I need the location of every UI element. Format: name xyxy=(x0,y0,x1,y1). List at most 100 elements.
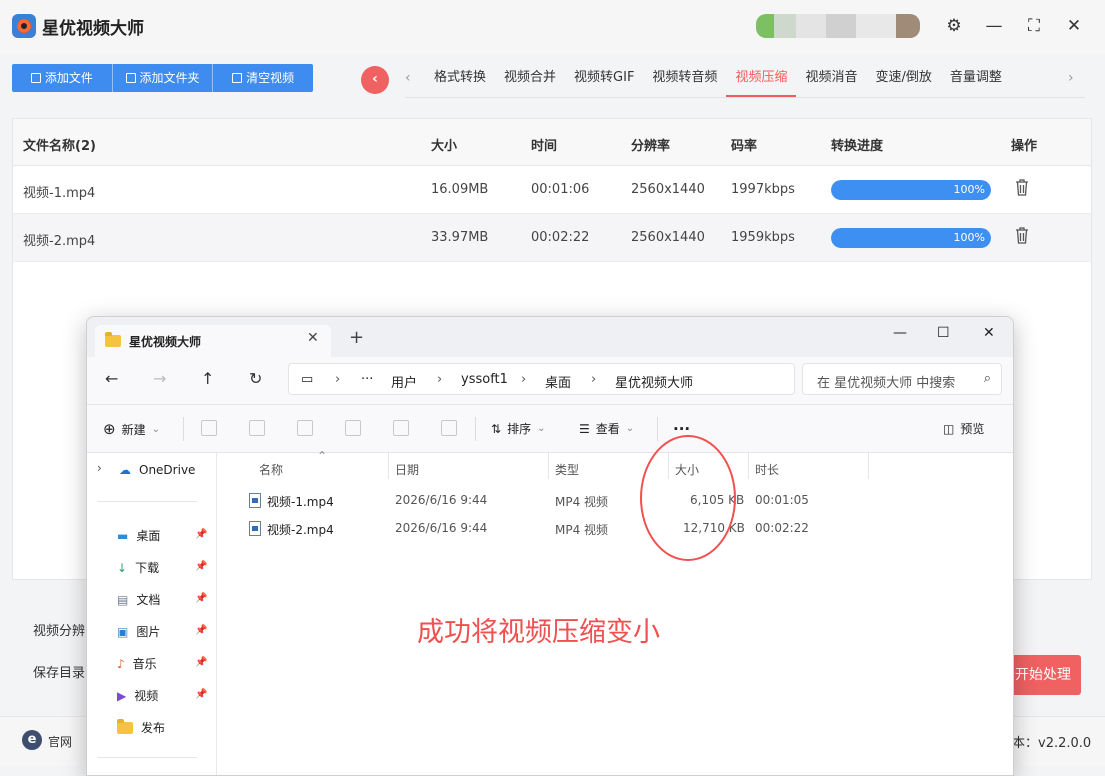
delete-icon[interactable] xyxy=(441,420,457,436)
maximize-icon[interactable]: ☐ xyxy=(937,325,950,341)
copy-icon[interactable] xyxy=(249,420,265,436)
new-button[interactable]: ⊕ 新建 ⌄ xyxy=(103,420,160,438)
sidebar-item-downloads[interactable]: ↓ 下载 xyxy=(117,559,159,576)
breadcrumb-user[interactable]: yssoft1 xyxy=(461,372,508,387)
table-header: 文件名称(2) 大小 时间 分辨率 码率 转换进度 操作 xyxy=(13,119,1091,166)
list-item[interactable]: 视频-2.mp4 2026/6/16 9:44 MP4 视频 12,710 KB… xyxy=(223,515,1013,543)
col-name[interactable]: 名称 xyxy=(259,461,283,478)
file-name: 视频-1.mp4 xyxy=(23,186,96,201)
pin-icon[interactable]: 📌 xyxy=(195,657,207,668)
video-icon: ▶ xyxy=(117,688,127,703)
pin-icon[interactable]: 📌 xyxy=(195,593,207,604)
back-button[interactable]: ‹ xyxy=(361,66,389,94)
table-row[interactable]: 视频-2.mp4 33.97MB 00:02:22 2560x1440 1959… xyxy=(13,214,1091,262)
more-paths-icon[interactable]: ··· xyxy=(361,372,373,387)
share-icon[interactable] xyxy=(393,420,409,436)
file-type: MP4 视频 xyxy=(555,523,609,537)
search-icon: ⌕ xyxy=(983,371,991,386)
forward-arrow-icon[interactable]: → xyxy=(153,369,166,388)
sidebar-item-pictures[interactable]: ▣ 图片 xyxy=(117,623,160,640)
expand-chevron-icon[interactable]: › xyxy=(97,461,102,475)
up-arrow-icon[interactable]: ↑ xyxy=(201,369,214,388)
rename-icon[interactable] xyxy=(345,420,361,436)
col-date[interactable]: 日期 xyxy=(395,461,419,478)
clear-videos-button[interactable]: 清空视频 xyxy=(213,64,313,92)
chevron-down-icon: ⌄ xyxy=(537,423,546,434)
user-avatar[interactable] xyxy=(756,14,920,38)
tab-volume-adjust[interactable]: 音量调整 xyxy=(941,62,1011,98)
maximize-icon[interactable]: ⛶ xyxy=(1020,12,1048,40)
search-input[interactable]: 在 星优视频大师 中搜索 ⌕ xyxy=(802,363,1002,395)
delete-icon[interactable] xyxy=(1015,226,1029,244)
tab-format-convert[interactable]: 格式转换 xyxy=(425,62,495,98)
file-size: 33.97MB xyxy=(431,230,489,245)
close-icon[interactable]: ✕ xyxy=(1060,12,1088,40)
delete-icon[interactable] xyxy=(1015,178,1029,196)
sidebar-item-desktop[interactable]: ▬ 桌面 xyxy=(117,527,160,544)
chevron-right-icon: › xyxy=(437,372,443,387)
explorer-tab[interactable]: 星优视频大师 ✕ xyxy=(95,325,331,357)
pin-icon[interactable]: 📌 xyxy=(195,689,207,700)
sidebar-item-music[interactable]: ♪ 音乐 xyxy=(117,655,157,672)
breadcrumb-folder[interactable]: 星优视频大师 xyxy=(615,372,693,391)
column-divider[interactable] xyxy=(748,453,749,479)
sidebar-item-videos[interactable]: ▶ 视频 xyxy=(117,687,158,704)
address-bar[interactable]: ▭ › ··· 用户 › yssoft1 › 桌面 › 星优视频大师 xyxy=(288,363,795,395)
refresh-icon[interactable]: ↻ xyxy=(249,369,262,388)
tab-scroll-left-icon[interactable]: ‹ xyxy=(405,70,411,86)
pin-icon[interactable]: 📌 xyxy=(195,561,207,572)
tab-video-compress[interactable]: 视频压缩 xyxy=(726,62,797,98)
tab-video-merge[interactable]: 视频合并 xyxy=(495,62,565,98)
tab-scroll-right-icon[interactable]: › xyxy=(1068,70,1074,86)
website-link[interactable]: 官网 xyxy=(48,733,72,750)
col-size: 大小 xyxy=(431,139,458,154)
breadcrumb-users[interactable]: 用户 xyxy=(391,372,417,391)
document-icon: ▤ xyxy=(117,592,129,607)
list-item[interactable]: 视频-1.mp4 2026/6/16 9:44 MP4 视频 6,105 KB … xyxy=(223,487,1013,515)
chevron-down-icon: ⌄ xyxy=(151,423,160,435)
minimize-icon[interactable]: — xyxy=(893,325,907,341)
tab-speed-reverse[interactable]: 变速/倒放 xyxy=(866,62,940,98)
toolbar-divider xyxy=(183,417,184,441)
file-name: 视频-2.mp4 xyxy=(23,234,96,249)
column-divider[interactable] xyxy=(868,453,869,479)
column-divider[interactable] xyxy=(388,453,389,479)
tab-video-mute[interactable]: 视频消音 xyxy=(796,62,866,98)
add-folder-button[interactable]: 添加文件夹 xyxy=(113,64,214,92)
file-explorer-window: 星优视频大师 ✕ + — ☐ ✕ ← → ↑ ↻ ▭ › ··· 用户 › ys… xyxy=(86,316,1014,776)
close-icon[interactable]: ✕ xyxy=(983,325,995,341)
table-row[interactable]: 视频-1.mp4 16.09MB 00:01:06 2560x1440 1997… xyxy=(13,166,1091,214)
website-icon[interactable]: e xyxy=(22,730,42,750)
cut-icon[interactable] xyxy=(201,420,217,436)
paste-icon[interactable] xyxy=(297,420,313,436)
explorer-tab-title: 星优视频大师 xyxy=(129,335,202,349)
breadcrumb-desktop[interactable]: 桌面 xyxy=(545,372,571,391)
sidebar-item-documents[interactable]: ▤ 文档 xyxy=(117,591,160,608)
col-type[interactable]: 类型 xyxy=(555,461,579,478)
col-resolution: 分辨率 xyxy=(631,139,671,154)
col-progress: 转换进度 xyxy=(831,139,884,154)
back-arrow-icon[interactable]: ← xyxy=(105,369,118,388)
sidebar-item-publish[interactable]: 发布 xyxy=(117,718,165,736)
tab-video-to-audio[interactable]: 视频转音频 xyxy=(643,62,726,98)
view-icon: ☰ xyxy=(579,421,590,436)
chevron-down-icon: ⌄ xyxy=(625,423,635,434)
preview-button[interactable]: ◫ 预览 xyxy=(943,420,984,437)
col-duration[interactable]: 时长 xyxy=(755,461,779,478)
tab-video-to-gif[interactable]: 视频转GIF xyxy=(565,62,643,98)
add-file-button[interactable]: 添加文件 xyxy=(12,64,113,92)
more-options-button[interactable]: ... xyxy=(673,416,690,434)
video-file-icon xyxy=(249,521,261,536)
close-tab-icon[interactable]: ✕ xyxy=(307,330,319,346)
view-button[interactable]: ☰ 查看 ⌄ xyxy=(579,420,634,437)
pin-icon[interactable]: 📌 xyxy=(195,529,207,540)
navigation-pane: › ☁ OneDrive ▬ 桌面 📌 ↓ 下载 📌 ▤ 文档 📌 ▣ 图片 📌 ♪ 音乐 … xyxy=(87,453,217,775)
plus-circle-icon: ⊕ xyxy=(103,420,116,438)
sidebar-item-onedrive[interactable]: ☁ OneDrive xyxy=(119,463,195,477)
minimize-icon[interactable]: — xyxy=(980,12,1008,40)
settings-icon[interactable]: ⚙ xyxy=(940,12,968,40)
column-divider[interactable] xyxy=(548,453,549,479)
pin-icon[interactable]: 📌 xyxy=(195,625,207,636)
new-tab-icon[interactable]: + xyxy=(349,329,364,347)
sort-button[interactable]: ⇅ 排序 ⌄ xyxy=(491,420,545,437)
